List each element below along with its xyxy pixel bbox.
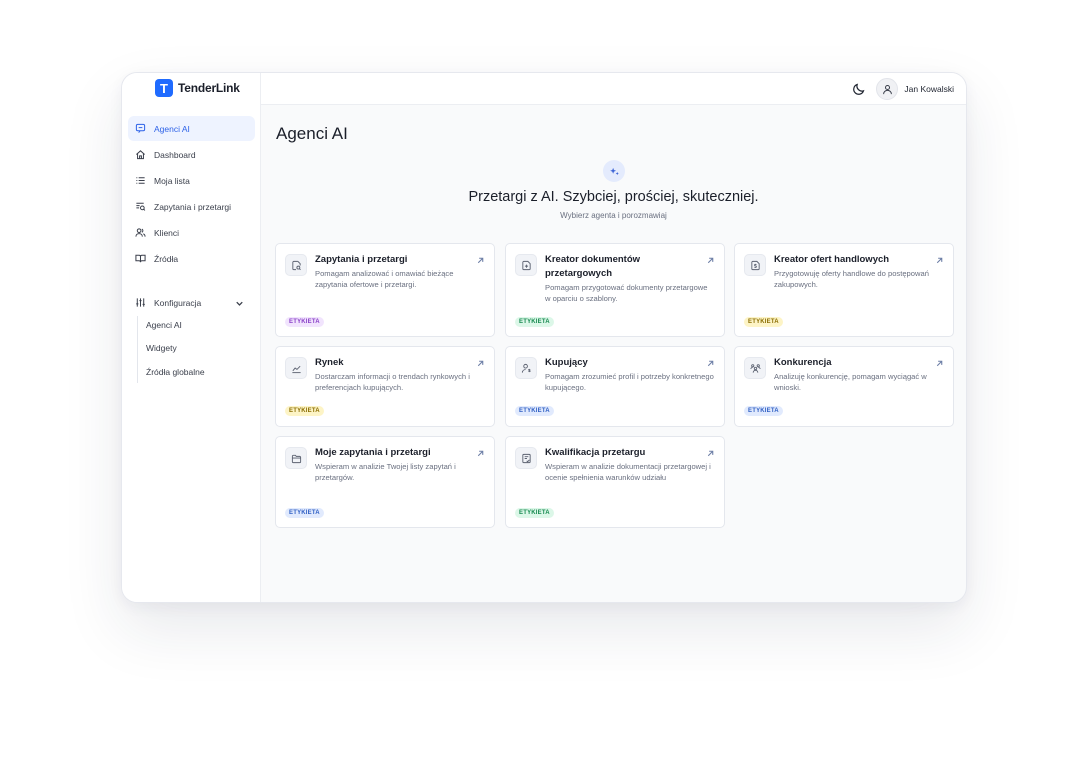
subnav-item-widgety[interactable]: Widgety	[140, 338, 250, 358]
hero-subtitle: Wybierz agenta i porozmawiaj	[560, 211, 667, 220]
avatar	[876, 78, 899, 100]
hero-title: Przetargi z AI. Szybciej, prościej, skut…	[468, 189, 759, 205]
card-icon-wrap	[285, 357, 307, 379]
card-badge: ETYKIETA	[744, 406, 783, 416]
card-title: Zapytania i przetargi	[315, 254, 408, 265]
users-icon	[135, 228, 146, 237]
card-description: Dostarczam informacji o trendach rynkowy…	[315, 372, 470, 393]
card-icon-wrap	[285, 254, 307, 276]
agent-card-kupujacy[interactable]: Kupujący Pomagam zrozumieć profil i potr…	[505, 346, 725, 427]
user-dollar-icon	[521, 363, 531, 373]
arrow-up-right-icon	[707, 257, 714, 264]
subnav-item-zrodla-globalne[interactable]: Źródła globalne	[140, 362, 250, 382]
agent-card-kreator-ofert[interactable]: Kreator ofert handlowych Przygotowuję of…	[734, 243, 954, 337]
home-icon	[136, 150, 145, 160]
card-description: Pomagam zrozumieć profil i potrzeby konk…	[545, 372, 714, 393]
card-description: Analizuję konkurencję, pomagam wyciągać …	[774, 372, 927, 393]
agent-card-moje-zapytania[interactable]: Moje zapytania i przetargi Wspieram w an…	[275, 436, 495, 528]
sidebar-item-label: Źródła	[154, 253, 179, 264]
card-icon-wrap	[285, 447, 307, 469]
card-description: Wspieram w analizie Twojej listy zapytań…	[315, 462, 456, 483]
clipboard-check-icon	[521, 453, 531, 463]
sidebar-item-label: Klienci	[154, 227, 180, 238]
card-description: Pomagam przygotować dokumenty przetargow…	[545, 283, 708, 304]
card-badge: ETYKIETA	[285, 508, 324, 518]
agent-card-zapytania-i-przetargi[interactable]: Zapytania i przetargi Pomagam analizować…	[275, 243, 495, 337]
user-name: Jan Kowalski	[904, 84, 954, 94]
card-badge: ETYKIETA	[515, 317, 554, 327]
team-icon	[749, 363, 761, 373]
document-plus-icon	[521, 260, 531, 270]
list-icon	[136, 177, 145, 184]
document-dollar-icon	[750, 260, 760, 270]
hero-badge	[603, 160, 625, 182]
sidebar: T TenderLink Agenci AI Dashboard Moja li…	[122, 73, 261, 602]
agent-card-kreator-dokumentow[interactable]: Kreator dokumentów przetargowych Pomagam…	[505, 243, 725, 337]
search-list-icon	[136, 202, 146, 211]
card-title: Konkurencja	[774, 357, 832, 368]
sidebar-item-klienci[interactable]: Klienci	[128, 220, 255, 245]
card-description: Przygotowuję oferty handlowe do postępow…	[774, 269, 929, 290]
card-icon-wrap	[515, 357, 537, 379]
card-badge: ETYKIETA	[285, 406, 324, 416]
card-badge: ETYKIETA	[285, 317, 324, 327]
sidebar-item-agenci-ai[interactable]: Agenci AI	[128, 116, 255, 141]
sliders-icon	[136, 298, 145, 307]
arrow-up-right-icon	[477, 257, 484, 264]
card-icon-wrap	[744, 357, 766, 379]
card-title: Rynek	[315, 357, 344, 368]
subnav-divider	[137, 316, 138, 383]
document-search-icon	[291, 260, 301, 270]
agent-card-kwalifikacja[interactable]: Kwalifikacja przetargu Wspieram w analiz…	[505, 436, 725, 528]
app-window: T TenderLink Agenci AI Dashboard Moja li…	[121, 72, 967, 603]
sidebar-item-moja-lista[interactable]: Moja lista	[128, 168, 255, 193]
moon-icon[interactable]	[852, 82, 866, 96]
logo-mark: T	[155, 79, 173, 97]
card-title: Moje zapytania i przetargi	[315, 447, 431, 458]
card-icon-wrap	[515, 447, 537, 469]
folder-icon	[291, 454, 301, 463]
user-icon	[883, 84, 892, 94]
chevron-down-icon	[236, 301, 243, 306]
card-description: Pomagam analizować i omawiać bieżące zap…	[315, 269, 454, 290]
page-title: Agenci AI	[276, 124, 348, 143]
card-icon-wrap	[744, 254, 766, 276]
sidebar-item-label: Konfiguracja	[154, 297, 202, 308]
agent-card-konkurencja[interactable]: Konkurencja Analizuję konkurencję, pomag…	[734, 346, 954, 427]
chat-icon	[135, 123, 146, 133]
card-badge: ETYKIETA	[515, 406, 554, 416]
card-title: Kreator ofert handlowych	[774, 254, 890, 265]
card-badge: ETYKIETA	[744, 317, 783, 327]
arrow-up-right-icon	[477, 360, 484, 367]
card-icon-wrap	[515, 254, 537, 276]
sidebar-item-label: Zapytania i przetargi	[154, 201, 232, 212]
card-description: Wspieram w analizie dokumentacji przetar…	[545, 462, 711, 483]
sidebar-item-konfiguracja[interactable]: Konfiguracja	[128, 290, 255, 315]
sidebar-item-label: Moja lista	[154, 175, 190, 186]
arrow-up-right-icon	[936, 257, 943, 264]
subnav-item-agenci-ai[interactable]: Agenci AI	[140, 315, 250, 335]
arrow-up-right-icon	[936, 360, 943, 367]
trend-chart-icon	[291, 365, 301, 373]
card-title: Kwalifikacja przetargu	[545, 447, 646, 458]
card-badge: ETYKIETA	[515, 508, 554, 518]
sidebar-item-label: Dashboard	[154, 149, 196, 160]
topbar: Jan Kowalski	[261, 73, 966, 105]
user-menu[interactable]: Jan Kowalski	[876, 78, 954, 100]
sidebar-item-zapytania-i-przetargi[interactable]: Zapytania i przetargi	[128, 194, 255, 219]
sidebar-item-dashboard[interactable]: Dashboard	[128, 142, 255, 167]
sidebar-item-zrodla[interactable]: Źródła	[128, 246, 255, 271]
sparkles-icon	[609, 167, 619, 175]
agent-card-rynek[interactable]: Rynek Dostarczam informacji o trendach r…	[275, 346, 495, 427]
card-title: Kupujący	[545, 357, 588, 368]
arrow-up-right-icon	[707, 360, 714, 367]
card-title: Kreator dokumentów przetargowych	[545, 254, 641, 279]
book-icon	[135, 254, 146, 263]
sidebar-item-label: Agenci AI	[154, 123, 190, 134]
arrow-up-right-icon	[477, 450, 484, 457]
arrow-up-right-icon	[707, 450, 714, 457]
app-name: TenderLink	[178, 81, 240, 95]
logo[interactable]: T TenderLink	[155, 79, 240, 97]
